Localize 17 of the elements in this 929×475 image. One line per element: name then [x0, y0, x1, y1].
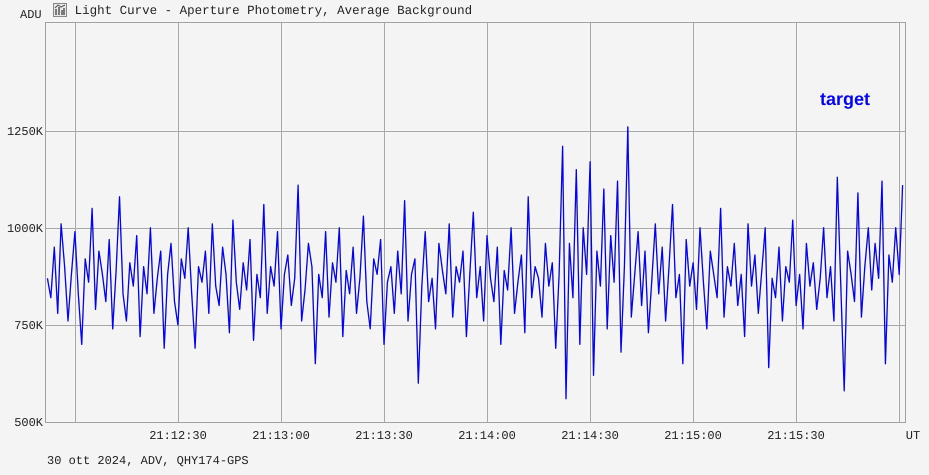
window-title: Light Curve - Aperture Photometry, Average Background: [74, 4, 472, 18]
x-tick-label: 21:14:30: [561, 429, 619, 443]
x-axis-unit: UT: [906, 429, 920, 443]
y-tick-label: 1250K: [6, 125, 43, 139]
y-tick-label: 750K: [14, 319, 43, 333]
x-tick-label: 21:14:00: [458, 429, 516, 443]
y-tick-label: 1000K: [6, 222, 43, 236]
x-tick-label: 21:12:30: [149, 429, 207, 443]
x-tick-label: 21:13:30: [355, 429, 413, 443]
x-tick-label: 21:15:30: [767, 429, 825, 443]
footer-text: 30 ott 2024, ADV, QHY174-GPS: [47, 454, 250, 468]
x-tick-label: 21:15:00: [664, 429, 722, 443]
y-tick-label: 500K: [14, 416, 43, 430]
x-tick-label: 21:13:00: [252, 429, 310, 443]
series-label: target: [820, 89, 870, 109]
chart-icon: [52, 3, 67, 17]
y-axis-unit: ADU: [20, 8, 42, 22]
